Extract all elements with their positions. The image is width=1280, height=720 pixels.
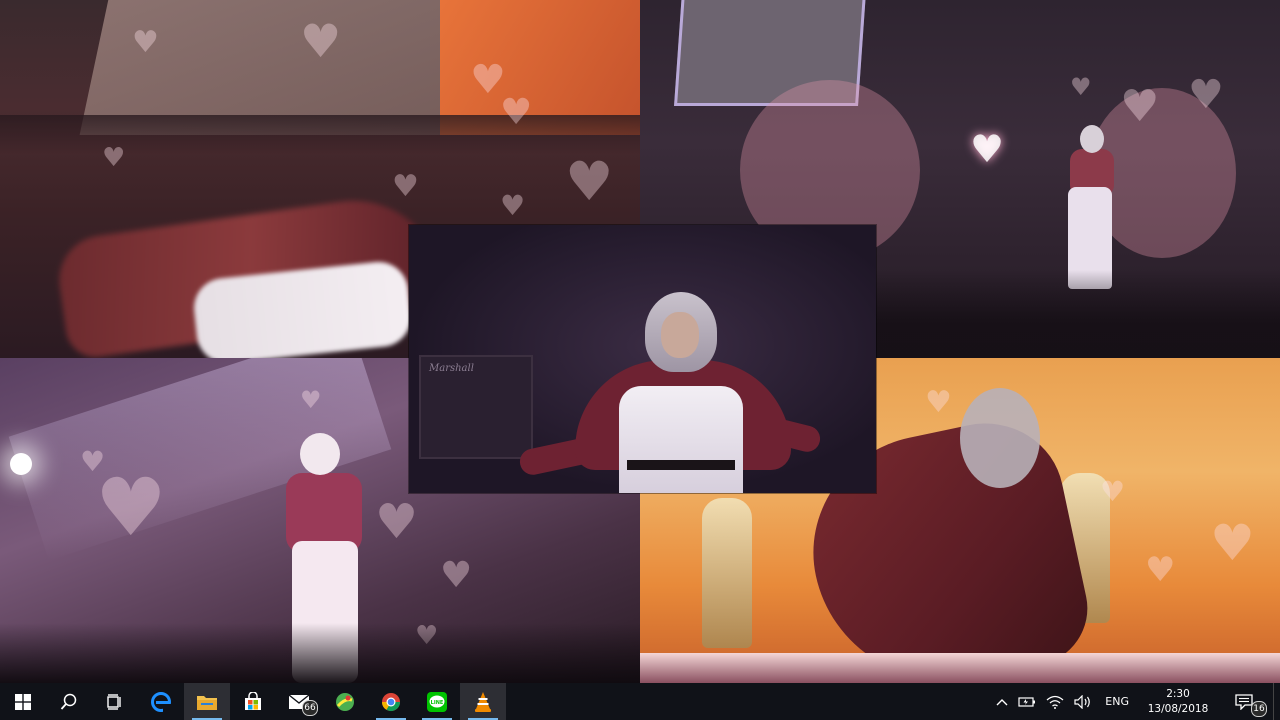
taskbar-app-maps[interactable] — [322, 683, 368, 720]
photo-panel-center: Marshall — [409, 225, 876, 493]
dancer-figure — [702, 498, 752, 648]
heart-icon: ♥ — [500, 189, 526, 222]
notification-count-badge: 16 — [1251, 701, 1267, 717]
taskbar-app-line[interactable]: LINE — [414, 683, 460, 720]
desktop-wallpaper: ♥ ♥ ♥ ♥ ♥ ♥ ♥ ♥ ♥ ♥ ♥ ♥ ♥ ♥ ♥ ♥ ♥ ♥ ♥ ♥ … — [0, 0, 1280, 683]
battery-charging-icon — [1018, 696, 1036, 707]
maps-icon — [336, 692, 354, 711]
heart-icon: ♥ — [375, 494, 419, 550]
search-icon — [60, 693, 77, 710]
task-view-button[interactable] — [92, 683, 138, 720]
mail-unread-badge: 66 — [302, 700, 318, 716]
show-desktop-button[interactable] — [1273, 683, 1280, 720]
performer-hair — [960, 388, 1040, 488]
taskbar-app-edge[interactable] — [138, 683, 184, 720]
stage-truss — [0, 115, 640, 155]
performer-figure — [517, 290, 823, 493]
amp-brand-label: Marshall — [429, 363, 474, 374]
action-center-button[interactable]: 16 — [1219, 683, 1269, 720]
singer-figure — [1062, 125, 1122, 290]
taskbar-app-file-explorer[interactable] — [184, 683, 230, 720]
heart-icon: ♥ — [1210, 514, 1255, 572]
tray-overflow-button[interactable] — [991, 683, 1013, 720]
audience-silhouettes — [0, 623, 640, 683]
heart-icon: ♥ — [925, 385, 952, 420]
heart-icon: ♥ — [440, 555, 473, 596]
edge-icon — [151, 691, 171, 712]
clock-date: 13/08/2018 — [1147, 702, 1209, 715]
svg-text:LINE: LINE — [431, 700, 444, 706]
tray-volume[interactable] — [1069, 683, 1097, 720]
stage-floor — [640, 653, 1280, 683]
taskbar-app-chrome[interactable] — [368, 683, 414, 720]
guitar-amplifier: Marshall — [419, 355, 533, 459]
tray-clock[interactable]: 2:30 13/08/2018 — [1137, 683, 1219, 720]
glowing-heart-icon: ♥ — [970, 127, 1005, 171]
heart-icon: ♥ — [1070, 73, 1092, 101]
heart-icon: ♥ — [1145, 550, 1176, 590]
vlc-icon — [475, 691, 491, 712]
search-button[interactable] — [46, 683, 92, 720]
line-icon: LINE — [427, 691, 447, 712]
tray-input-language[interactable]: ENG — [1097, 683, 1137, 720]
folder-icon — [197, 695, 217, 710]
task-view-icon — [107, 693, 121, 710]
tray-network[interactable] — [1041, 683, 1069, 720]
taskbar-app-store[interactable] — [230, 683, 276, 720]
start-button[interactable] — [0, 683, 46, 720]
chevron-up-icon — [996, 698, 1008, 705]
windows-logo-icon — [15, 693, 31, 710]
heart-icon: ♥ — [392, 169, 419, 204]
tray-battery[interactable] — [1013, 683, 1041, 720]
taskbar-app-mail[interactable]: 66 — [276, 683, 322, 720]
store-icon — [245, 691, 261, 710]
heart-icon: ♥ — [565, 150, 614, 213]
spotlight — [10, 453, 32, 475]
wifi-icon — [1046, 695, 1064, 709]
system-tray: ENG 2:30 13/08/2018 16 — [991, 683, 1280, 720]
speaker-icon — [1074, 694, 1091, 709]
chrome-icon — [382, 692, 400, 711]
taskbar: 66 LINE ENG 2:30 13/08/2018 16 — [0, 683, 1280, 720]
clock-time: 2:30 — [1166, 687, 1190, 700]
taskbar-app-vlc[interactable] — [460, 683, 506, 720]
